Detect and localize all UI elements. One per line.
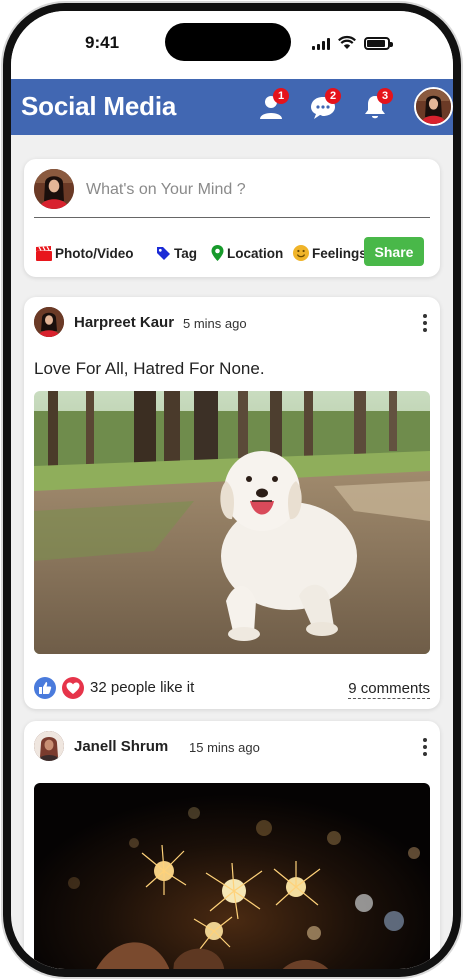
location-action[interactable]: Location <box>211 239 283 267</box>
app-screen: 9:41 Social Media 1 2 3 What's on Your M… <box>11 11 453 969</box>
dynamic-island <box>165 23 291 61</box>
love-reaction-icon[interactable] <box>62 677 84 699</box>
like-reaction-icon[interactable] <box>34 677 56 699</box>
post-photo-sparklers[interactable] <box>34 783 430 969</box>
post-author-name[interactable]: Janell Shrum <box>74 738 168 755</box>
notifications-button[interactable]: 3 <box>360 88 393 123</box>
notifications-badge: 3 <box>377 88 393 104</box>
sparklers-photo <box>34 783 430 969</box>
friend-requests-button[interactable]: 1 <box>256 88 289 123</box>
composer-actions: Photo/Video Tag Location Feelings Share <box>36 237 428 267</box>
post-timestamp: 15 mins ago <box>189 740 260 755</box>
location-label: Location <box>227 245 284 261</box>
composer-divider <box>34 217 430 218</box>
smiley-icon <box>293 245 309 261</box>
share-button[interactable]: Share <box>364 237 424 266</box>
post-options-button[interactable] <box>418 312 432 334</box>
avatar-image <box>416 89 451 124</box>
post-text: Love For All, Hatred For None. <box>34 359 265 378</box>
post-author-avatar[interactable] <box>34 307 64 337</box>
battery-icon <box>364 37 393 50</box>
photo-video-action[interactable]: Photo/Video <box>36 239 134 267</box>
post-timestamp: 5 mins ago <box>183 316 247 331</box>
feelings-action[interactable]: Feelings <box>293 239 367 267</box>
avatar-image <box>34 169 74 209</box>
avatar-image <box>34 731 64 761</box>
status-bar: 9:41 <box>11 11 453 79</box>
avatar-image <box>34 307 64 337</box>
status-input[interactable] <box>86 175 428 205</box>
post-photo-dog[interactable] <box>34 391 430 654</box>
tag-action[interactable]: Tag <box>156 239 197 267</box>
likes-count: 32 people like it <box>90 679 195 696</box>
feelings-label: Feelings <box>312 245 367 261</box>
composer-avatar <box>34 169 74 209</box>
heart-icon <box>66 682 80 694</box>
app-title: Social Media <box>21 91 177 121</box>
app-header: Social Media 1 2 3 <box>11 79 453 135</box>
tag-label: Tag <box>174 245 197 261</box>
post-author-name[interactable]: Harpreet Kaur <box>74 314 174 331</box>
post-card: Janell Shrum 15 mins ago <box>24 721 440 969</box>
post-card: Harpreet Kaur 5 mins ago Love For All, H… <box>24 297 440 709</box>
messages-button[interactable]: 2 <box>308 88 341 123</box>
friend-requests-badge: 1 <box>273 88 289 104</box>
news-feed[interactable]: Photo/Video Tag Loca <box>11 135 453 969</box>
map-pin-icon <box>211 245 224 261</box>
comments-link[interactable]: 9 comments <box>348 680 430 699</box>
phone-frame: 9:41 Social Media 1 2 3 What's on Your M… <box>3 3 461 977</box>
post-author-avatar[interactable] <box>34 731 64 761</box>
profile-avatar[interactable] <box>414 87 453 126</box>
cellular-signal-icon <box>312 38 332 50</box>
dog-photo <box>34 391 430 654</box>
wifi-icon <box>338 35 356 49</box>
post-composer: Photo/Video Tag Loca <box>24 159 440 277</box>
tag-icon <box>157 246 170 260</box>
post-options-button[interactable] <box>418 736 432 758</box>
photo-video-label: Photo/Video <box>55 245 134 261</box>
messages-badge: 2 <box>325 88 341 104</box>
status-time: 9:41 <box>85 33 120 52</box>
thumbs-up-icon <box>39 682 52 694</box>
clapperboard-icon <box>36 245 52 261</box>
